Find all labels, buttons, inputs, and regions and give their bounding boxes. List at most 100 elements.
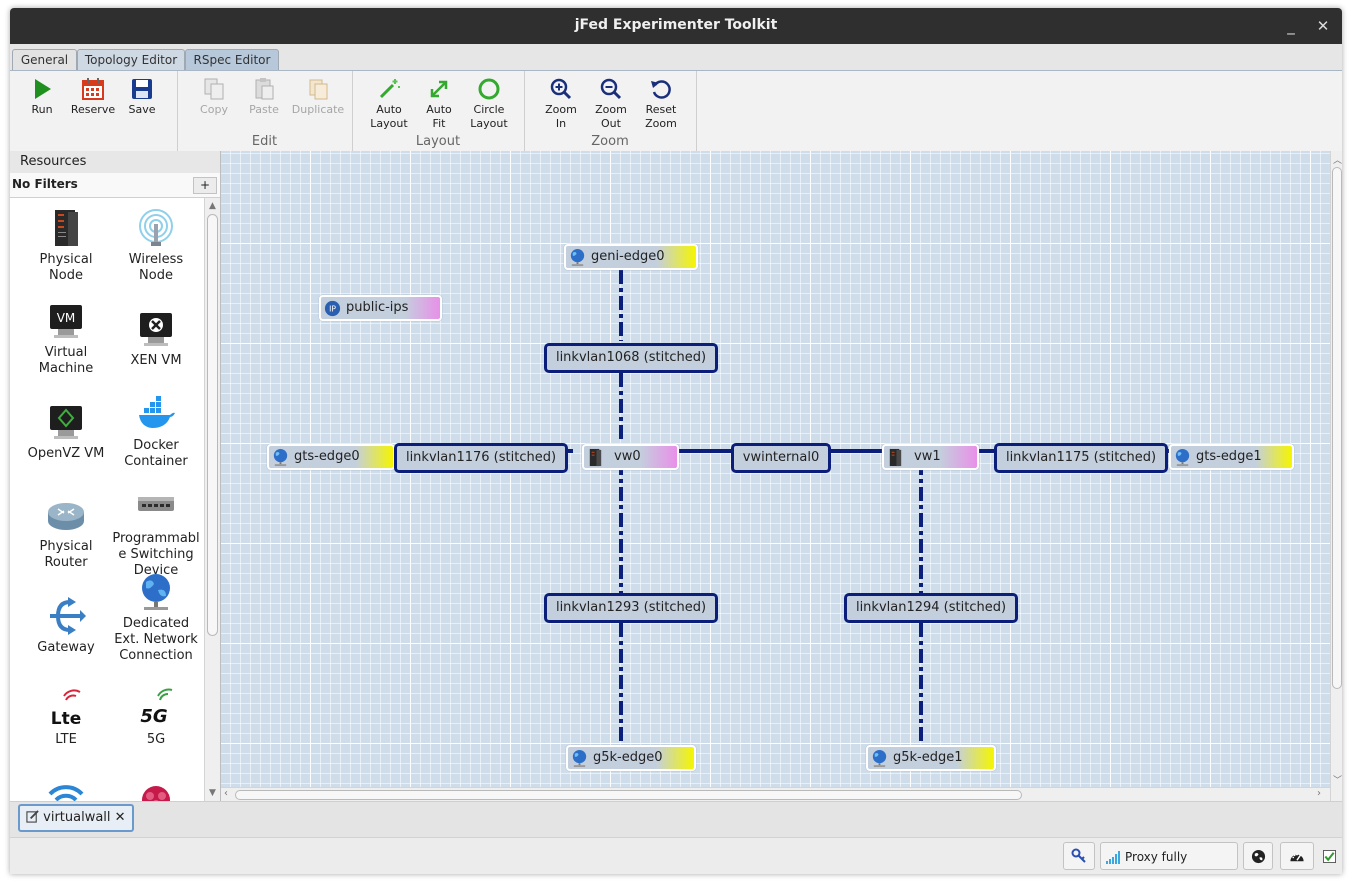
resource-lte[interactable]: Lte LTE — [20, 688, 112, 748]
node-gts-edge0[interactable]: gts-edge0 — [267, 444, 395, 470]
lte-icon: Lte — [51, 689, 81, 728]
edit-pencil-icon — [26, 810, 39, 823]
tab-virtualwall-label: virtualwall — [43, 810, 111, 825]
tab-topology-editor[interactable]: Topology Editor — [77, 49, 185, 70]
globe-icon — [1175, 448, 1190, 467]
run-button[interactable]: Run — [17, 77, 67, 117]
proxy-status-button[interactable]: Proxy fully enabled — [1100, 842, 1238, 870]
close-tab-icon[interactable]: ✕ — [115, 810, 126, 825]
svg-text:5G: 5G — [140, 706, 167, 727]
scroll-up-icon[interactable]: ︿ — [1333, 153, 1342, 166]
toolbar-group-edit: Copy Paste Duplicate Edit — [177, 71, 353, 151]
resource-raspberry-pi[interactable] — [110, 778, 202, 801]
zoom-group-label: Zoom — [591, 134, 629, 149]
resource-openvz-vm[interactable]: OpenVZ VM — [20, 402, 112, 462]
node-g5k-edge0[interactable]: g5k-edge0 — [566, 745, 696, 771]
copy-button[interactable]: Copy — [189, 77, 239, 117]
globe-icon — [572, 749, 587, 768]
link-vwinternal0[interactable]: vwinternal0 — [731, 443, 831, 473]
canvas-vscroll-thumb[interactable] — [1332, 167, 1342, 689]
canvas-vertical-scrollbar[interactable]: ︿ ﹀ — [1330, 151, 1342, 801]
speedometer-icon — [1290, 853, 1304, 862]
ip-badge-icon: IP — [324, 300, 341, 317]
resource-programmable-switching-device[interactable]: Programmabl e Switching Device — [110, 487, 202, 579]
magic-wand-icon — [379, 79, 400, 99]
resource-list-scroll-thumb[interactable] — [207, 214, 218, 636]
canvas-horizontal-scrollbar[interactable]: ‹ › — [221, 787, 1330, 802]
duplicate-button[interactable]: Duplicate — [289, 77, 347, 117]
save-button[interactable]: Save — [117, 77, 167, 117]
resource-wireless-node[interactable]: Wireless Node — [110, 208, 202, 284]
scroll-down-icon[interactable]: ﹀ — [1333, 773, 1342, 786]
scroll-up-icon[interactable]: ▲ — [209, 201, 216, 211]
5g-icon: 5G — [140, 688, 173, 727]
node-vw1[interactable]: vw1 — [882, 444, 979, 470]
connectivity-button[interactable] — [1243, 842, 1273, 870]
status-ok-icon — [1323, 850, 1336, 863]
vm-monitor-icon: VM — [50, 305, 82, 338]
openvz-monitor-icon — [50, 406, 82, 439]
tab-rspec-editor[interactable]: RSpec Editor — [185, 49, 279, 70]
node-public-ips[interactable]: IP public-ips — [319, 295, 442, 321]
app-window: jFed Experimenter Toolkit _ ✕ General To… — [10, 8, 1342, 874]
clipboard-icon — [255, 78, 274, 100]
add-filter-button[interactable]: + — [193, 177, 217, 194]
reserve-button[interactable]: Reserve — [68, 77, 118, 117]
auto-layout-button[interactable]: Auto Layout — [364, 77, 414, 131]
resource-xen-vm[interactable]: XEN VM — [110, 309, 202, 369]
link-linkvlan1294[interactable]: linkvlan1294 (stitched) — [844, 593, 1018, 623]
filter-label[interactable]: No Filters — [12, 177, 78, 191]
topology-canvas[interactable]: geni-edge0 IP public-ips gts-edge0 vw0 v… — [221, 151, 1330, 787]
paste-button[interactable]: Paste — [239, 77, 289, 117]
resource-docker-container[interactable]: Docker Container — [110, 394, 202, 470]
raspberry-pi-icon — [142, 786, 170, 801]
speed-test-button[interactable] — [1280, 842, 1314, 870]
node-vw0[interactable]: vw0 — [582, 444, 679, 470]
scroll-down-icon[interactable]: ▼ — [209, 788, 216, 798]
xen-monitor-icon — [140, 313, 172, 346]
scroll-left-icon[interactable]: ‹ — [224, 788, 228, 799]
circle-layout-button[interactable]: Circle Layout — [464, 77, 514, 131]
tab-general[interactable]: General — [12, 49, 77, 70]
globe-icon — [1251, 849, 1265, 864]
server-rack-icon — [889, 448, 902, 467]
reset-zoom-button[interactable]: Reset Zoom — [636, 77, 686, 131]
link-linkvlan1293[interactable]: linkvlan1293 (stitched) — [544, 593, 718, 623]
resource-list-scrollbar[interactable]: ▲ ▼ — [204, 198, 220, 801]
resources-header: Resources — [10, 151, 220, 174]
link-linkvlan1176[interactable]: linkvlan1176 (stitched) — [394, 443, 568, 473]
server-rack-icon — [589, 448, 602, 467]
credentials-button[interactable] — [1063, 842, 1095, 870]
resource-virtual-machine[interactable]: VM Virtual Machine — [20, 301, 112, 377]
globe-icon — [872, 749, 887, 768]
resource-physical-router[interactable]: Physical Router — [20, 495, 112, 571]
expand-arrows-icon — [430, 80, 448, 98]
canvas-hscroll-thumb[interactable] — [235, 790, 1022, 800]
calendar-icon — [82, 78, 104, 100]
tab-virtualwall[interactable]: virtualwall ✕ — [18, 804, 134, 832]
resource-physical-node[interactable]: Physical Node — [20, 208, 112, 284]
close-window-icon[interactable]: ✕ — [1312, 15, 1334, 37]
minimize-icon[interactable]: _ — [1280, 15, 1302, 37]
scroll-right-icon[interactable]: › — [1317, 788, 1321, 799]
auto-fit-button[interactable]: Auto Fit — [414, 77, 464, 131]
resource-wifi[interactable] — [20, 778, 112, 801]
experiment-tab-bar: virtualwall ✕ — [10, 801, 1342, 838]
signal-bars-icon — [1106, 851, 1120, 864]
resource-dedicated-ext-network[interactable]: Dedicated Ext. Network Connection — [110, 572, 202, 664]
resource-5g[interactable]: 5G 5G — [110, 688, 202, 748]
link-linkvlan1068[interactable]: linkvlan1068 (stitched) — [544, 343, 718, 373]
duplicate-icon — [309, 79, 328, 100]
layout-group-label: Layout — [415, 134, 461, 149]
edit-group-label: Edit — [251, 134, 278, 149]
zoom-in-button[interactable]: Zoom In — [536, 77, 586, 131]
resources-panel: Resources No Filters + Physical Node Wir… — [10, 151, 221, 801]
link-linkvlan1175[interactable]: linkvlan1175 (stitched) — [994, 443, 1168, 473]
checkbox-checked-icon — [1323, 850, 1336, 863]
zoom-out-button[interactable]: Zoom Out — [586, 77, 636, 131]
docker-whale-icon — [139, 396, 175, 428]
node-gts-edge1[interactable]: gts-edge1 — [1169, 444, 1294, 470]
resource-gateway[interactable]: Gateway — [20, 596, 112, 656]
node-g5k-edge1[interactable]: g5k-edge1 — [866, 745, 996, 771]
node-geni-edge0[interactable]: geni-edge0 — [564, 244, 698, 270]
